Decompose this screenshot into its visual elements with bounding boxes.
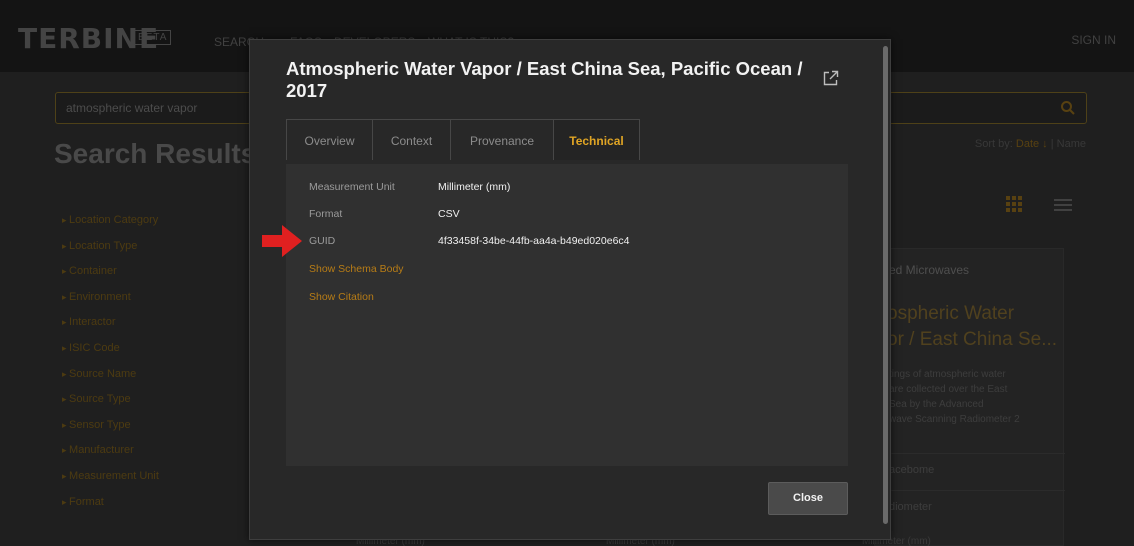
show-citation-link[interactable]: Show Citation — [309, 291, 374, 303]
tab-overview[interactable]: Overview — [286, 119, 373, 160]
tab-context[interactable]: Context — [372, 119, 451, 160]
annotation-arrow-icon — [262, 225, 302, 257]
field-label-measurement-unit: Measurement Unit — [309, 181, 395, 193]
tab-provenance[interactable]: Provenance — [450, 119, 554, 160]
modal-title: Atmospheric Water Vapor / East China Sea… — [286, 58, 803, 101]
dataset-detail-modal: Atmospheric Water Vapor / East China Sea… — [249, 39, 891, 540]
field-label-guid: GUID — [309, 235, 336, 247]
field-value-measurement-unit: Millimeter (mm) — [438, 181, 511, 193]
technical-panel: Measurement Unit Millimeter (mm) Format … — [286, 164, 848, 466]
field-value-format: CSV — [438, 208, 460, 220]
field-value-guid: 4f33458f-34be-44fb-aa4a-b49ed020e6c4 — [438, 235, 630, 247]
tab-technical[interactable]: Technical — [553, 119, 640, 160]
modal-tabs: Overview Context Provenance Technical — [286, 119, 640, 160]
external-link-icon[interactable] — [823, 70, 839, 86]
field-label-format: Format — [309, 208, 343, 220]
show-schema-body-link[interactable]: Show Schema Body — [309, 263, 404, 275]
modal-scrollbar[interactable] — [883, 46, 888, 524]
close-button[interactable]: Close — [768, 482, 848, 515]
